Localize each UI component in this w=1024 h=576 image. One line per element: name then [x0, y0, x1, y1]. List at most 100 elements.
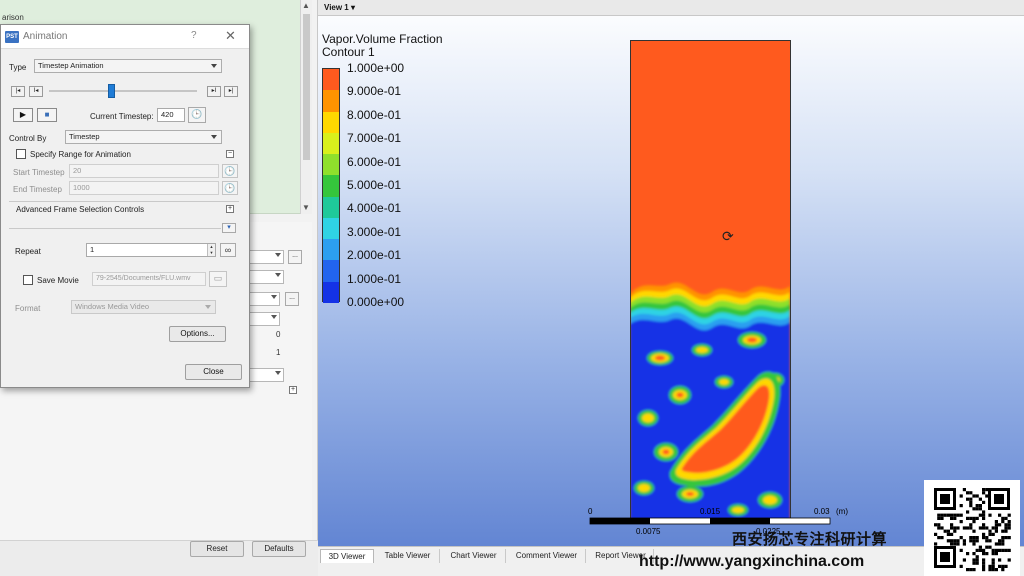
watermark-title: 西安扬芯专注科研计算	[732, 531, 888, 548]
timestep-slider-track[interactable]	[49, 90, 197, 92]
tab-3d-viewer[interactable]: 3D Viewer	[320, 549, 374, 563]
start-timestep-input[interactable]: 20	[69, 164, 219, 178]
chevron-down-icon	[275, 371, 281, 375]
folder-icon[interactable]: ▭	[209, 271, 227, 287]
legend-swatch	[323, 90, 339, 112]
legend-label: 6.000e-01	[347, 154, 402, 169]
legend-swatch	[323, 260, 339, 282]
chevron-down-icon	[211, 64, 217, 68]
dialog-title: Animation	[23, 31, 68, 42]
specify-range-label: Specify Range for Animation	[30, 150, 131, 159]
scale-bar-segment	[710, 518, 770, 524]
chevron-down-icon	[271, 315, 277, 319]
legend-label: 7.000e-01	[347, 131, 402, 146]
chevron-down-icon	[205, 305, 211, 309]
scale-label-max: 0.03	[814, 507, 830, 516]
legend-color-bar	[322, 68, 340, 303]
legend-title: Vapor.Volume Fraction Contour 1	[322, 33, 443, 59]
legend-swatch	[323, 281, 339, 303]
legend-swatch	[323, 111, 339, 133]
first-frame-button[interactable]: |◂	[11, 86, 25, 97]
legend-contour-name: Contour 1	[322, 45, 375, 59]
tab-chart-viewer[interactable]: Chart Viewer	[442, 549, 506, 563]
help-icon[interactable]: ?	[191, 30, 197, 41]
type-label: Type	[9, 63, 27, 72]
repeat-value: 1	[90, 245, 95, 254]
view-selector[interactable]: View 1 ▾	[324, 3, 355, 12]
expand-icon[interactable]: +	[289, 386, 297, 394]
detail-value-1: 0	[276, 330, 281, 339]
divider	[9, 228, 221, 229]
clock-icon[interactable]: 🕒	[222, 164, 238, 178]
close-button[interactable]: Close	[185, 364, 242, 380]
infinite-loop-icon[interactable]: ∞	[220, 243, 236, 257]
chevron-down-icon	[211, 135, 217, 139]
movie-path-input[interactable]: 79-2545/Documents/FLU.wmv	[92, 272, 206, 286]
type-select-value: Timestep Animation	[38, 61, 104, 70]
reset-button[interactable]: Reset	[190, 541, 244, 557]
scale-label-0: 0	[588, 507, 593, 516]
type-select[interactable]: Timestep Animation	[34, 59, 222, 73]
detail-more-button-2[interactable]: ...	[285, 292, 299, 306]
repeat-input[interactable]: 1 ▲ ▼	[86, 243, 216, 257]
tab-comment-viewer[interactable]: Comment Viewer	[508, 549, 586, 563]
scale-unit: (m)	[836, 507, 848, 516]
tree-scrollbar[interactable]: ▲ ▼	[300, 0, 312, 214]
previous-frame-button[interactable]: I◂	[29, 86, 43, 97]
detail-field-3[interactable]	[248, 292, 280, 306]
bottom-bar: Reset Defaults	[0, 540, 318, 576]
detail-field-2[interactable]	[248, 270, 284, 284]
legend-label: 0.000e+00	[347, 295, 405, 309]
scroll-down-icon[interactable]: ▼	[302, 203, 310, 212]
format-label: Format	[15, 304, 41, 313]
legend-label: 1.000e+00	[347, 61, 405, 75]
animation-dialog: PST Animation ? ✕ Type Timestep Animatio…	[0, 24, 250, 388]
chevron-down-icon	[275, 273, 281, 277]
legend-swatch	[323, 217, 339, 240]
start-timestep-label: Start Timestep	[13, 168, 65, 177]
current-timestep-label: Current Timestep:	[90, 112, 154, 121]
detail-field-4[interactable]	[248, 312, 280, 326]
collapse-icon[interactable]: −	[226, 150, 234, 158]
clock-icon[interactable]: 🕒	[188, 107, 206, 123]
save-movie-checkbox[interactable]	[23, 275, 33, 285]
play-button[interactable]: ▶	[13, 108, 33, 122]
specify-range-checkbox[interactable]	[16, 149, 26, 159]
control-by-label: Control By	[9, 134, 47, 143]
scroll-thumb[interactable]	[303, 14, 310, 160]
legend-swatch	[323, 154, 339, 176]
defaults-button[interactable]: Defaults	[252, 541, 306, 557]
last-frame-button[interactable]: ▸|	[224, 86, 238, 97]
tab-table-viewer[interactable]: Table Viewer	[376, 549, 440, 563]
expand-icon[interactable]: +	[226, 205, 234, 213]
scroll-up-icon[interactable]: ▲	[302, 1, 310, 10]
legend-label: 2.000e-01	[347, 248, 402, 263]
tree-item[interactable]: arison	[2, 13, 24, 22]
repeat-label: Repeat	[15, 247, 41, 256]
timestep-slider-thumb[interactable]	[108, 84, 116, 98]
control-by-select[interactable]: Timestep	[65, 130, 222, 144]
end-timestep-input[interactable]: 1000	[69, 181, 219, 195]
next-frame-button[interactable]: ▸I	[207, 86, 221, 97]
close-icon[interactable]: ✕	[225, 28, 236, 44]
clock-icon[interactable]: 🕒	[222, 181, 238, 195]
contour-field	[630, 40, 790, 520]
spinner-icon[interactable]: ▲ ▼	[207, 244, 215, 256]
detail-more-button-1[interactable]: ...	[288, 250, 302, 264]
end-timestep-label: End Timestep	[13, 185, 62, 194]
scale-label-mid: 0.015	[700, 507, 721, 516]
chevron-down-icon[interactable]: ▾	[222, 223, 236, 233]
dialog-titlebar[interactable]: PST Animation ? ✕	[1, 25, 249, 49]
detail-field-5[interactable]	[248, 368, 284, 382]
legend-swatch	[323, 132, 339, 155]
stop-button[interactable]: ■	[37, 108, 57, 122]
rotate-icon[interactable]: ⟳	[722, 228, 734, 245]
detail-field-1[interactable]	[248, 250, 284, 264]
format-select[interactable]: Windows Media Video	[71, 300, 216, 314]
current-timestep-input[interactable]: 420	[157, 108, 185, 122]
scale-label-q1: 0.0075	[636, 527, 661, 536]
options-button[interactable]: Options...	[169, 326, 226, 342]
contour-plot-domain[interactable]	[630, 40, 792, 522]
legend-label: 1.000e-01	[347, 271, 402, 286]
3d-viewer[interactable]: View 1 ▾ Vapor.Volume Fraction Contour 1…	[318, 0, 1024, 576]
